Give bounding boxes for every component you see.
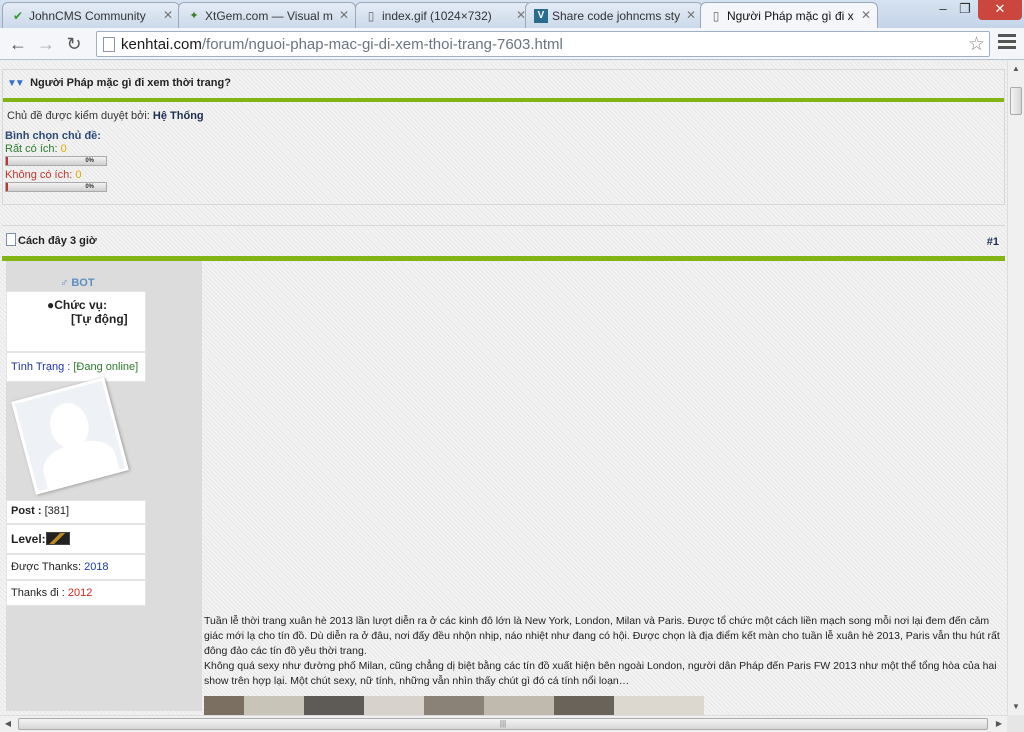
post-count-label: Post : — [11, 505, 42, 517]
page-icon — [103, 37, 115, 52]
close-icon[interactable]: ✕ — [861, 8, 871, 22]
post-time: Cách đây 3 giờ — [18, 235, 97, 247]
tab-label: JohnCMS Community — [29, 9, 146, 23]
moderated-label: Chủ đề được kiểm duyệt bởi: — [7, 110, 150, 122]
tab-xtgem[interactable]: ✦ XtGem.com — Visual m ✕ — [178, 2, 356, 28]
vote-not-useful-count: 0 — [75, 169, 82, 181]
user-post-count: Post : [381] — [6, 500, 146, 524]
tab-strip: ✔ JohnCMS Community ✕ ✦ XtGem.com — Visu… — [0, 0, 1024, 29]
bookmark-star-icon[interactable]: ☆ — [968, 33, 985, 56]
vote-useful[interactable]: Rất có ích: 0 — [5, 143, 1004, 155]
avatar[interactable] — [11, 377, 129, 495]
user-sidebar: ♂ BOT ●Chức vụ: [Tự động] Tình Trạng : [… — [6, 261, 202, 711]
status-label: Tình Trạng : — [11, 361, 71, 373]
url-domain: kenhtai.com — [121, 36, 202, 53]
thanks-received-value: 2018 — [84, 561, 109, 573]
vote-useful-label[interactable]: Rất có ích: — [5, 143, 58, 155]
restore-icon[interactable]: ❐ — [954, 0, 976, 20]
post-count-value: [381] — [44, 505, 70, 517]
tab-label: XtGem.com — Visual m — [205, 9, 333, 23]
tab-index-gif[interactable]: ▯ index.gif (1024×732) ✕ — [355, 2, 533, 28]
topic-box: ▼▼ Người Pháp mặc gì đi xem thời trang? … — [2, 69, 1005, 205]
post-paragraph: Tuần lễ thời trang xuân hè 2013 lần lượt… — [204, 615, 1000, 657]
moderator-name[interactable]: Hệ Thống — [153, 110, 204, 122]
poll-title: Bình chọn chủ đề: — [5, 130, 101, 142]
page-icon: ▯ — [712, 9, 720, 23]
topic-title-row: ▼▼ Người Pháp mặc gì đi xem thời trang? — [3, 70, 1004, 98]
vote-not-useful-label[interactable]: Không có ích: — [5, 169, 72, 181]
menu-icon[interactable] — [998, 34, 1016, 52]
vote-useful-percent: 0% — [85, 158, 94, 164]
vote-not-useful-percent: 0% — [85, 184, 94, 190]
close-icon[interactable]: ✕ — [339, 8, 349, 22]
topic-title: Người Pháp mặc gì đi xem thời trang? — [30, 77, 231, 89]
close-icon[interactable]: ✕ — [686, 8, 696, 22]
vertical-scrollbar[interactable]: ▲ ▼ — [1007, 61, 1024, 715]
vote-not-useful[interactable]: Không có ích: 0 — [5, 169, 1004, 181]
check-icon: ✔ — [12, 9, 24, 23]
horizontal-scrollbar[interactable]: ◀ ||| ▶ — [0, 715, 1007, 732]
page-icon: ▯ — [367, 9, 375, 23]
window-close-icon[interactable]: ✕ — [978, 0, 1022, 20]
post-header: Cách đây 3 giờ #1 — [2, 226, 1005, 256]
xtgem-icon: ✦ — [189, 10, 199, 22]
double-arrow-down-icon: ▼▼ — [7, 78, 25, 89]
post-number[interactable]: #1 — [987, 236, 999, 248]
user-status: Tình Trạng : [Đang online] — [6, 352, 146, 382]
thanks-received: Được Thanks: 2018 — [6, 554, 146, 580]
url-path: /forum/nguoi-phap-mac-gi-di-xem-thoi-tra… — [201, 36, 563, 53]
post: Cách đây 3 giờ #1 ♂ BOT ●Chức vụ: [Tự độ… — [2, 225, 1005, 715]
tab-johncms[interactable]: ✔ JohnCMS Community ✕ — [2, 2, 180, 28]
scroll-up-icon[interactable]: ▲ — [1008, 61, 1024, 77]
tab-label: Người Pháp mặc gì đi x — [727, 9, 854, 23]
poll: Bình chọn chủ đề: Rất có ích: 0 0% Không… — [3, 122, 1004, 192]
scroll-down-icon[interactable]: ▼ — [1008, 699, 1024, 715]
thanks-given-value: 2012 — [67, 587, 93, 599]
thanks-given: Thanks đi : 2012 — [6, 580, 146, 606]
male-icon: ♂ — [60, 277, 69, 289]
position-label: ●Chức vụ: — [47, 298, 107, 312]
address-bar[interactable]: kenhtai.com/forum/nguoi-phap-mac-gi-di-x… — [96, 31, 990, 57]
browser-toolbar: ← → ↻ kenhtai.com/forum/nguoi-phap-mac-g… — [0, 28, 1024, 60]
user-position: ●Chức vụ: [Tự động] — [6, 291, 146, 352]
page-viewport: ▼▼ Người Pháp mặc gì đi xem thời trang? … — [0, 61, 1007, 715]
post-paragraph: Không quá sexy như đường phố Milan, cũng… — [204, 660, 997, 687]
minimize-icon[interactable]: ‒ — [932, 0, 954, 20]
tab-label: index.gif (1024×732) — [382, 9, 492, 23]
vote-useful-bar: 0% — [5, 156, 107, 166]
user-role-badge: ♂ BOT — [60, 277, 95, 289]
close-icon[interactable]: ✕ — [163, 8, 173, 22]
avatar-cell — [6, 377, 146, 500]
moderated-info: Chủ đề được kiểm duyệt bởi: Hệ Thống — [3, 102, 1004, 122]
document-icon — [6, 233, 16, 246]
scrollbar-thumb[interactable]: ||| — [18, 718, 988, 730]
post-image[interactable] — [204, 696, 704, 715]
position-value: [Tự động] — [71, 312, 128, 326]
level-label: Level: — [11, 532, 46, 546]
scrollbar-thumb[interactable] — [1010, 87, 1022, 115]
post-content: Tuần lễ thời trang xuân hè 2013 lần lượt… — [204, 261, 1004, 715]
share-icon: V — [534, 9, 548, 23]
level-badge-icon — [45, 532, 70, 545]
forward-icon[interactable]: → — [34, 32, 58, 56]
scroll-right-icon[interactable]: ▶ — [991, 716, 1007, 732]
post-body: Tuần lễ thời trang xuân hè 2013 lần lượt… — [204, 614, 1002, 689]
reload-icon[interactable]: ↻ — [62, 32, 86, 56]
thanks-given-label: Thanks đi : — [11, 587, 65, 599]
thanks-received-label: Được Thanks: — [11, 561, 82, 573]
vote-not-useful-bar: 0% — [5, 182, 107, 192]
tab-share-code[interactable]: V Share code johncms sty ✕ — [525, 2, 703, 28]
tab-current[interactable]: ▯ Người Pháp mặc gì đi x ✕ — [700, 2, 878, 29]
scroll-left-icon[interactable]: ◀ — [0, 716, 16, 732]
tab-label: Share code johncms sty — [552, 9, 681, 23]
url-text[interactable]: kenhtai.com/forum/nguoi-phap-mac-gi-di-x… — [121, 36, 563, 53]
status-value: [Đang online] — [73, 361, 139, 373]
user-level: Level: — [6, 524, 146, 554]
back-icon[interactable]: ← — [6, 32, 30, 56]
vote-useful-count: 0 — [60, 143, 67, 155]
